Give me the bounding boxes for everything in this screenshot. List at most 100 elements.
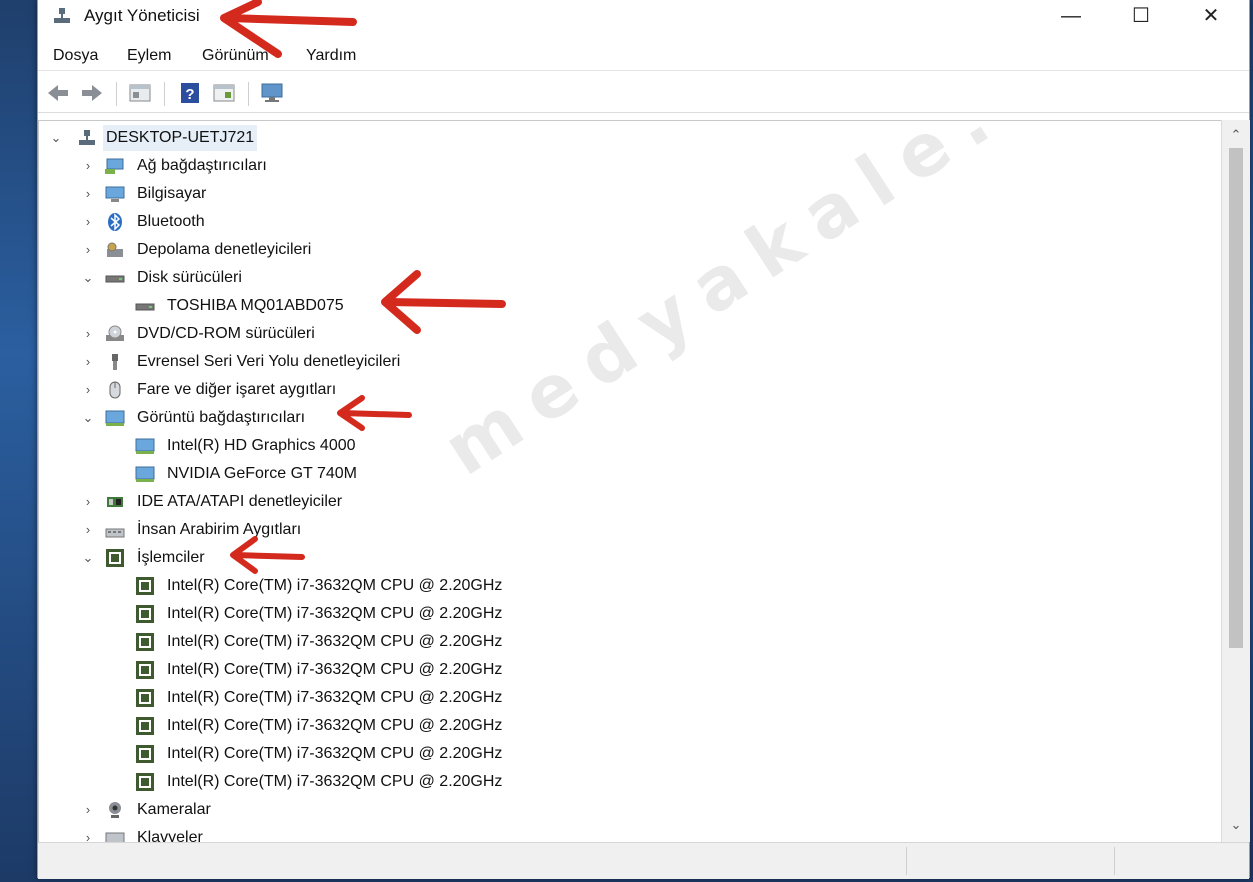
collapse-chevron-icon[interactable]: ⌄ (49, 125, 63, 151)
monitor-scan-icon[interactable] (260, 82, 284, 104)
tree-item-label: Bilgisayar (137, 185, 207, 202)
toolbar-separator (248, 82, 249, 106)
dvd-drive-icon (106, 325, 124, 341)
tree-item-bluetooth[interactable]: › Bluetooth (39, 209, 539, 235)
toolbar-separator (116, 82, 117, 106)
scrollbar-thumb[interactable] (1229, 148, 1243, 648)
bluetooth-icon (108, 213, 122, 231)
back-icon[interactable] (46, 82, 70, 104)
watermark: medyakale.com (429, 120, 1204, 492)
expand-chevron-icon[interactable]: › (81, 517, 95, 543)
tree-item-label: Disk sürücüleri (137, 269, 242, 286)
tree-child-label: Intel(R) HD Graphics 4000 (167, 437, 356, 454)
minimize-button[interactable]: — (1048, 0, 1094, 32)
tree-child-label: Intel(R) Core(TM) i7-3632QM CPU @ 2.20GH… (167, 577, 503, 594)
tree-child-label: TOSHIBA MQ01ABD075 (167, 297, 344, 314)
tree-child-cpu[interactable]: Intel(R) Core(TM) i7-3632QM CPU @ 2.20GH… (39, 769, 639, 795)
network-adapter-icon (105, 158, 124, 174)
help-icon[interactable]: ? (178, 82, 202, 104)
tree-child-cpu[interactable]: Intel(R) Core(TM) i7-3632QM CPU @ 2.20GH… (39, 601, 639, 627)
tree-item-label: Bluetooth (137, 213, 205, 230)
tree-item-label: Fare ve diğer işaret aygıtları (137, 381, 337, 398)
tree-child-cpu[interactable]: Intel(R) Core(TM) i7-3632QM CPU @ 2.20GH… (39, 741, 639, 767)
computer-icon (105, 186, 125, 202)
expand-chevron-icon[interactable]: › (81, 237, 95, 263)
annotation-arrow-icon (337, 395, 412, 431)
expand-chevron-icon[interactable]: › (81, 489, 95, 515)
tree-item-ide-controllers[interactable]: › IDE ATA/ATAPI denetleyiciler (39, 489, 539, 515)
disk-drive-icon (135, 303, 155, 311)
tree-item-storage-controllers[interactable]: › Depolama denetleyicileri (39, 237, 539, 263)
forward-icon[interactable] (80, 82, 104, 104)
tree-child-label: Intel(R) Core(TM) i7-3632QM CPU @ 2.20GH… (167, 661, 503, 678)
mouse-icon (109, 381, 121, 399)
device-manager-window: Aygıt Yöneticisi — ☐ ✕ Dosya Eylem Görün… (37, 0, 1250, 879)
status-divider (1114, 847, 1115, 875)
tree-item-label: Evrensel Seri Veri Yolu denetleyicileri (137, 353, 401, 370)
expand-chevron-icon[interactable]: › (81, 209, 95, 235)
expand-chevron-icon[interactable]: › (81, 377, 95, 403)
expand-chevron-icon[interactable]: › (81, 797, 95, 823)
tree-item-label: İşlemciler (137, 549, 205, 566)
maximize-button[interactable]: ☐ (1118, 0, 1164, 32)
tree-child-label: NVIDIA GeForce GT 740M (167, 465, 357, 482)
toolbar: ? (38, 74, 1249, 113)
tree-item-network-adapters[interactable]: › Ağ bağdaştırıcıları (39, 153, 539, 179)
tree-child-label: Intel(R) Core(TM) i7-3632QM CPU @ 2.20GH… (167, 633, 503, 650)
expand-chevron-icon[interactable]: › (81, 153, 95, 179)
expand-chevron-icon[interactable]: › (81, 321, 95, 347)
close-button[interactable]: ✕ (1188, 0, 1234, 32)
tree-child-cpu[interactable]: Intel(R) Core(TM) i7-3632QM CPU @ 2.20GH… (39, 713, 639, 739)
tree-child-label: Intel(R) Core(TM) i7-3632QM CPU @ 2.20GH… (167, 605, 503, 622)
tree-item-usb-controllers[interactable]: › Evrensel Seri Veri Yolu denetleyiciler… (39, 349, 539, 375)
expand-chevron-icon[interactable]: › (81, 349, 95, 375)
tree-item-label: Kameralar (137, 801, 211, 818)
display-adapter-icon (135, 438, 155, 454)
display-adapter-icon (135, 466, 155, 482)
scroll-up-button[interactable]: ⌃ (1222, 124, 1250, 146)
svg-text:?: ? (185, 86, 194, 103)
toolbar-separator (164, 82, 165, 106)
status-divider (906, 847, 907, 875)
tree-child-cpu[interactable]: Intel(R) Core(TM) i7-3632QM CPU @ 2.20GH… (39, 573, 639, 599)
tree-item-label: Görüntü bağdaştırıcıları (137, 409, 306, 426)
tree-item-label: IDE ATA/ATAPI denetleyiciler (137, 493, 343, 510)
device-manager-icon (54, 8, 70, 23)
processor-icon (136, 661, 154, 679)
processor-icon (136, 717, 154, 735)
processor-icon (136, 605, 154, 623)
tree-child-cpu[interactable]: Intel(R) Core(TM) i7-3632QM CPU @ 2.20GH… (39, 629, 639, 655)
tree-root[interactable]: ⌄ DESKTOP-UETJ721 (39, 125, 439, 151)
status-bar (38, 842, 1249, 879)
processor-icon (136, 773, 154, 791)
properties-icon[interactable] (128, 82, 152, 104)
tree-item-label: Depolama denetleyicileri (137, 241, 312, 258)
storage-controller-icon (107, 242, 123, 257)
expand-chevron-icon[interactable]: › (81, 181, 95, 207)
tree-child-cpu[interactable]: Intel(R) Core(TM) i7-3632QM CPU @ 2.20GH… (39, 685, 639, 711)
vertical-scrollbar[interactable]: ⌃ ⌄ (1221, 120, 1250, 842)
collapse-chevron-icon[interactable]: ⌄ (81, 405, 95, 431)
annotation-arrow-icon (220, 0, 357, 58)
camera-icon (109, 802, 121, 818)
tree-child-label: Intel(R) Core(TM) i7-3632QM CPU @ 2.20GH… (167, 717, 503, 734)
collapse-chevron-icon[interactable]: ⌄ (81, 545, 95, 571)
usb-icon (112, 354, 118, 370)
tree-child-cpu[interactable]: Intel(R) Core(TM) i7-3632QM CPU @ 2.20GH… (39, 657, 639, 683)
annotation-arrow-icon (381, 270, 506, 334)
processor-icon (106, 549, 124, 567)
menu-eylem[interactable]: Eylem (127, 47, 171, 65)
tree-item-computer[interactable]: › Bilgisayar (39, 181, 539, 207)
scroll-down-button[interactable]: ⌄ (1222, 814, 1250, 836)
tree-item-label: Ağ bağdaştırıcıları (137, 157, 267, 174)
details-view-icon[interactable] (212, 82, 236, 104)
annotation-arrow-icon (230, 536, 305, 574)
menu-dosya[interactable]: Dosya (53, 47, 98, 65)
computer-root-icon (79, 130, 95, 145)
tree-child-label: Intel(R) Core(TM) i7-3632QM CPU @ 2.20GH… (167, 773, 503, 790)
tree-root-label: DESKTOP-UETJ721 (103, 125, 258, 151)
collapse-chevron-icon[interactable]: ⌄ (81, 265, 95, 291)
disk-drive-icon (105, 275, 125, 283)
tree-item-cameras[interactable]: › Kameralar (39, 797, 539, 823)
hid-icon (105, 528, 125, 538)
